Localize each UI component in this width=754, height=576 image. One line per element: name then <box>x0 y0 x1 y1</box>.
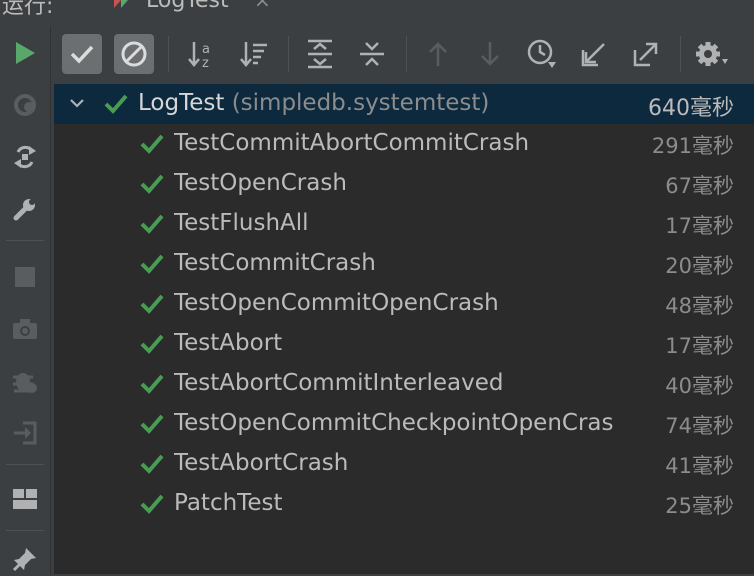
svg-text:a: a <box>202 42 210 57</box>
export-icon <box>633 42 658 67</box>
stop-icon[interactable] <box>8 260 42 294</box>
test-name: TestAbortCommitInterleaved <box>174 370 504 396</box>
exit-icon[interactable] <box>8 416 42 450</box>
test-name: TestCommitCrash <box>174 250 376 276</box>
passed-check-icon <box>140 294 164 314</box>
next-failed-button[interactable] <box>470 34 510 74</box>
test-row[interactable]: TestOpenCrash 67毫秒 <box>54 164 754 204</box>
test-row[interactable]: TestAbort 17毫秒 <box>54 324 754 364</box>
test-run-icon <box>114 0 128 8</box>
test-row[interactable]: TestOpenCommitOpenCrash 48毫秒 <box>54 284 754 324</box>
passed-check-icon <box>140 134 164 154</box>
debug-icon[interactable] <box>8 364 42 398</box>
test-name: TestOpenCommitCheckpointOpenCras <box>174 410 614 436</box>
run-header-label: 运行: <box>2 0 54 19</box>
test-suite-row[interactable]: LogTest (simpledb.systemtest) 640毫秒 <box>54 84 754 124</box>
svg-text:z: z <box>202 56 209 69</box>
test-duration: 291毫秒 <box>649 130 734 160</box>
run-header: 运行: LogTest × <box>0 0 754 26</box>
show-ignored-toggle[interactable] <box>114 34 154 74</box>
toolbar-separator <box>168 36 169 72</box>
test-duration: 20毫秒 <box>663 250 734 280</box>
toolbar-separator <box>6 464 44 465</box>
test-row[interactable]: TestCommitCrash 20毫秒 <box>54 244 754 284</box>
expand-all-button[interactable] <box>300 34 340 74</box>
toolbar-separator <box>6 240 44 241</box>
rerun-failed-icon[interactable] <box>8 88 42 122</box>
left-toolbar <box>0 26 51 574</box>
show-passed-toggle[interactable] <box>62 34 102 74</box>
test-duration: 48毫秒 <box>663 290 734 320</box>
test-name: TestAbortCrash <box>174 450 349 476</box>
test-duration: 74毫秒 <box>663 410 734 440</box>
passed-check-icon <box>140 414 164 434</box>
sort-duration-icon <box>240 42 267 67</box>
arrow-down-icon <box>481 42 499 66</box>
test-duration: 67毫秒 <box>663 170 734 200</box>
test-history-button[interactable] <box>522 34 562 74</box>
test-name: TestAbort <box>174 330 283 356</box>
passed-check-icon <box>140 174 164 194</box>
sort-by-duration-button[interactable] <box>234 34 274 74</box>
toolbar-separator <box>680 36 681 72</box>
gear-icon <box>696 42 728 66</box>
export-tests-button[interactable] <box>626 34 666 74</box>
import-tests-button[interactable] <box>574 34 614 74</box>
test-duration: 41毫秒 <box>663 450 734 480</box>
test-duration: 25毫秒 <box>663 490 734 520</box>
sort-alphabetically-button[interactable]: a z <box>182 34 222 74</box>
prohibit-icon <box>121 41 147 67</box>
check-icon <box>70 45 94 64</box>
collapse-all-button[interactable] <box>352 34 392 74</box>
expand-all-icon <box>308 39 332 69</box>
test-duration: 40毫秒 <box>663 370 734 400</box>
pin-icon[interactable] <box>8 542 42 576</box>
toolbar-separator <box>288 36 289 72</box>
suite-duration: 640毫秒 <box>648 96 734 121</box>
passed-check-icon <box>140 254 164 274</box>
passed-check-icon <box>104 94 128 114</box>
test-name: TestOpenCommitOpenCrash <box>174 290 499 316</box>
sort-alpha-icon: a z <box>188 42 210 69</box>
suite-class: LogTest <box>138 90 225 116</box>
toolbar-separator <box>6 530 44 531</box>
test-row[interactable]: TestAbortCommitInterleaved 40毫秒 <box>54 364 754 404</box>
run-tab[interactable]: LogTest × <box>84 0 294 22</box>
passed-check-icon <box>140 454 164 474</box>
test-row[interactable]: PatchTest 25毫秒 <box>54 484 754 524</box>
passed-check-icon <box>140 214 164 234</box>
chevron-down-icon[interactable] <box>66 92 88 114</box>
test-name: TestCommitAbortCommitCrash <box>174 130 530 156</box>
play-icon[interactable] <box>8 36 42 70</box>
suite-name: LogTest (simpledb.systemtest) <box>138 90 489 116</box>
suite-package: (simpledb.systemtest) <box>231 90 490 116</box>
clock-icon <box>527 39 556 68</box>
passed-check-icon <box>140 494 164 514</box>
test-row[interactable]: TestFlushAll 17毫秒 <box>54 204 754 244</box>
camera-icon[interactable] <box>8 312 42 346</box>
test-name: PatchTest <box>174 490 283 516</box>
test-name: TestFlushAll <box>174 210 309 236</box>
toggle-auto-test-icon[interactable] <box>8 140 42 174</box>
run-tab-label: LogTest <box>146 0 229 13</box>
test-duration: 17毫秒 <box>663 330 734 360</box>
previous-failed-button[interactable] <box>418 34 458 74</box>
test-runner-toolbar: a z <box>54 26 754 82</box>
layout-icon[interactable] <box>8 482 42 516</box>
settings-button[interactable] <box>692 34 732 74</box>
test-name: TestOpenCrash <box>174 170 347 196</box>
wrench-icon[interactable] <box>8 192 42 226</box>
import-icon <box>581 43 605 67</box>
passed-check-icon <box>140 374 164 394</box>
close-icon[interactable]: × <box>254 0 271 12</box>
test-results-tree: LogTest (simpledb.systemtest) 640毫秒 Test… <box>54 84 754 574</box>
collapse-all-icon <box>360 42 384 66</box>
test-row[interactable]: TestAbortCrash 41毫秒 <box>54 444 754 484</box>
test-row[interactable]: TestOpenCommitCheckpointOpenCras 74毫秒 <box>54 404 754 444</box>
toolbar-separator <box>406 36 407 72</box>
test-row[interactable]: TestCommitAbortCommitCrash 291毫秒 <box>54 124 754 164</box>
test-duration: 17毫秒 <box>663 210 734 240</box>
arrow-up-icon <box>429 42 447 66</box>
passed-check-icon <box>140 334 164 354</box>
